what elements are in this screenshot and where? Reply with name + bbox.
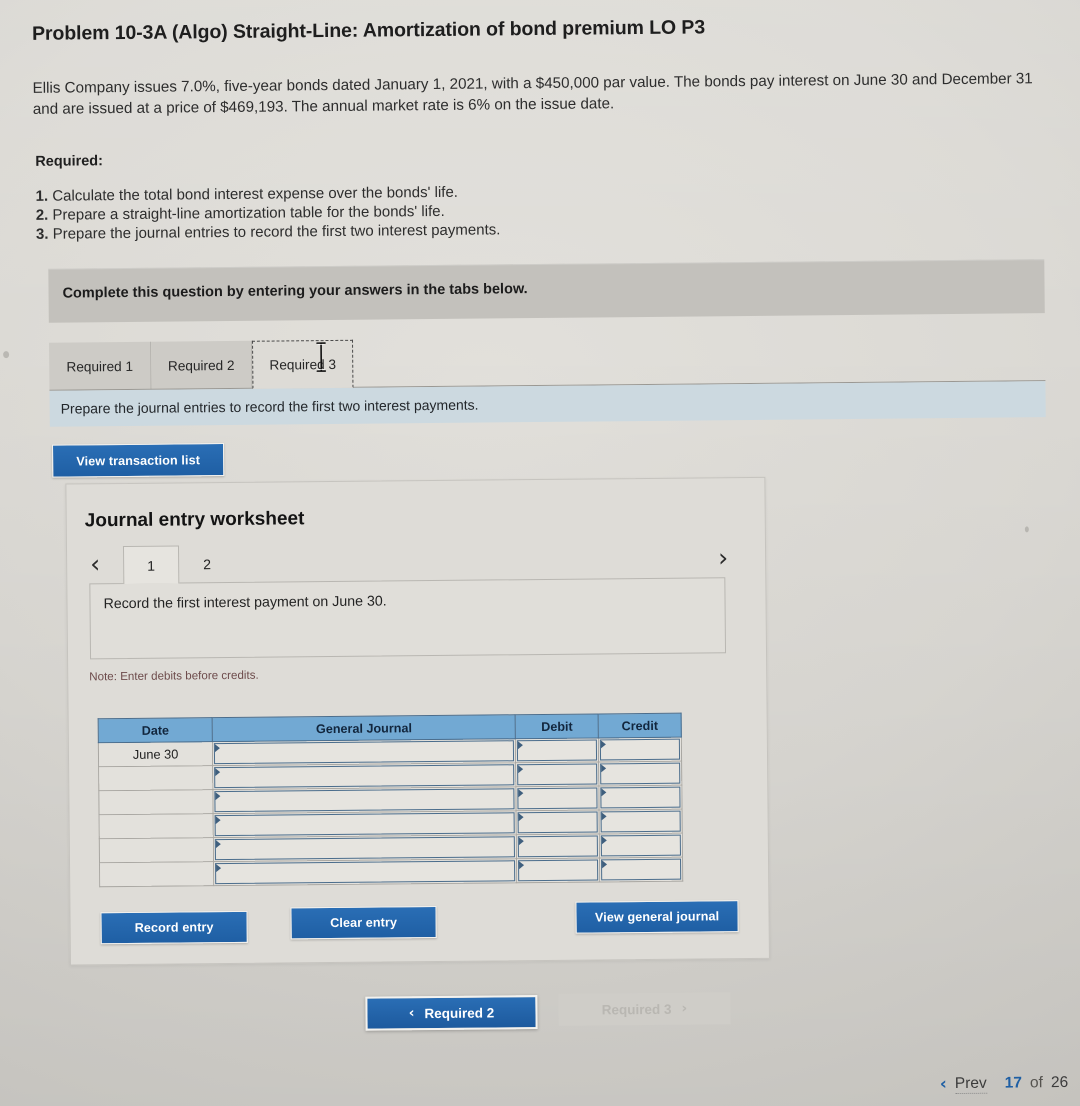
credit-input[interactable]: [600, 762, 681, 785]
active-tab-instruction-text: Prepare the journal entries to record th…: [60, 396, 479, 417]
instruction-banner-text: Complete this question by entering your …: [62, 281, 528, 302]
current-page-number: 17: [1004, 1074, 1023, 1092]
nav-required-3-button: Required 3 ›: [558, 992, 731, 1026]
debit-input[interactable]: [518, 835, 599, 858]
credit-input[interactable]: [599, 738, 681, 761]
page-title: Problem 10-3A (Algo) Straight-Line: Amor…: [31, 16, 706, 45]
page-pagination: ‹ Prev 17 of 26: [940, 1073, 1069, 1094]
column-header-date: Date: [98, 717, 213, 743]
general-journal-cell[interactable]: [213, 858, 518, 886]
assignment-page: Problem 10-3A (Algo) Straight-Line: Amor…: [0, 0, 1080, 1106]
pagination-of-label: of: [1029, 1074, 1044, 1092]
chevron-right-icon[interactable]: ›: [718, 543, 728, 573]
date-cell[interactable]: June 30: [98, 741, 213, 767]
debit-input[interactable]: [517, 739, 598, 762]
required-label: Required:: [35, 153, 104, 170]
account-select[interactable]: [214, 740, 515, 765]
instruction-banner: Complete this question by entering your …: [48, 259, 1045, 323]
problem-description: Ellis Company issues 7.0%, five-year bon…: [32, 70, 1033, 118]
worksheet-prompt-text: Record the first interest payment on Jun…: [103, 593, 387, 613]
requirement-number: 3.: [35, 225, 49, 243]
tab-required-3[interactable]: Required 3: [252, 339, 354, 389]
clear-entry-button[interactable]: Clear entry: [290, 906, 437, 940]
debit-input[interactable]: [517, 763, 598, 786]
requirement-text: Calculate the total bond interest expens…: [52, 183, 458, 205]
credit-cell[interactable]: [598, 785, 683, 810]
chevron-left-icon[interactable]: ‹: [940, 1074, 947, 1094]
date-cell[interactable]: [98, 765, 213, 791]
tab-required-2[interactable]: Required 2: [151, 340, 253, 390]
general-journal-cell[interactable]: [212, 738, 516, 766]
table-row: [99, 857, 683, 887]
requirement-item-1: 1. Calculate the total bond interest exp…: [36, 184, 458, 205]
account-select[interactable]: [214, 764, 515, 789]
credit-cell[interactable]: [598, 737, 682, 762]
journal-entry-panel: Journal entry worksheet ‹ 1 2 › Record t…: [65, 476, 770, 966]
requirement-text: Prepare a straight-line amortization tab…: [52, 202, 445, 224]
date-cell[interactable]: [98, 789, 214, 815]
requirement-item-3: 3. Prepare the journal entries to record…: [36, 221, 501, 242]
debit-cell[interactable]: [516, 833, 600, 859]
credit-cell[interactable]: [598, 761, 682, 786]
credit-cell[interactable]: [599, 809, 683, 834]
debit-cell[interactable]: [516, 857, 600, 883]
worksheet-title: Journal entry worksheet: [84, 508, 305, 532]
tab-required-1[interactable]: Required 1: [49, 341, 152, 391]
photo-speck: [3, 351, 10, 359]
chevron-left-icon: ‹: [408, 1005, 415, 1022]
credit-input[interactable]: [600, 810, 681, 833]
general-journal-cell[interactable]: [212, 786, 517, 814]
column-header-credit: Credit: [598, 713, 682, 738]
view-transaction-list-button[interactable]: View transaction list: [51, 443, 225, 478]
account-select[interactable]: [214, 836, 516, 861]
view-general-journal-button[interactable]: View general journal: [575, 900, 739, 934]
chevron-left-icon[interactable]: ‹: [90, 549, 100, 579]
nav-required-2-label: Required 2: [424, 1004, 495, 1021]
debit-cell[interactable]: [516, 809, 600, 835]
credit-input[interactable]: [600, 834, 681, 857]
column-header-debit: Debit: [515, 713, 599, 739]
general-journal-cell[interactable]: [213, 834, 517, 862]
account-select[interactable]: [215, 860, 516, 885]
requirement-text: Prepare the journal entries to record th…: [52, 221, 501, 243]
worksheet-page-1[interactable]: 1: [122, 545, 180, 585]
debit-cell[interactable]: [516, 785, 600, 811]
debit-input[interactable]: [518, 859, 599, 882]
debit-input[interactable]: [517, 811, 598, 834]
credit-cell[interactable]: [599, 857, 683, 882]
chevron-right-icon: ›: [681, 1000, 688, 1017]
credit-input[interactable]: [600, 786, 681, 809]
worksheet-page-2[interactable]: 2: [179, 545, 235, 584]
total-pages: 26: [1050, 1073, 1069, 1092]
date-cell[interactable]: [99, 861, 214, 887]
debits-before-credits-note: Note: Enter debits before credits.: [89, 668, 259, 684]
prev-page-link[interactable]: Prev: [954, 1074, 987, 1094]
record-entry-button[interactable]: Record entry: [100, 910, 248, 945]
column-header-general-journal: General Journal: [212, 714, 516, 742]
debit-cell[interactable]: [515, 761, 599, 787]
date-cell[interactable]: [99, 813, 214, 839]
nav-required-3-label: Required 3: [601, 1001, 672, 1017]
photo-speck: [1024, 526, 1029, 533]
requirement-item-2: 2. Prepare a straight-line amortization …: [36, 203, 445, 224]
credit-cell[interactable]: [599, 833, 683, 858]
worksheet-prompt-box: Record the first interest payment on Jun…: [89, 577, 727, 660]
requirement-number: 1.: [35, 187, 49, 205]
debit-input[interactable]: [517, 787, 598, 810]
credit-input[interactable]: [601, 858, 682, 881]
general-journal-cell[interactable]: [212, 762, 517, 790]
debit-cell[interactable]: [515, 737, 599, 763]
date-cell[interactable]: [99, 837, 214, 863]
account-select[interactable]: [214, 788, 515, 813]
account-select[interactable]: [214, 812, 516, 837]
nav-required-2-button[interactable]: ‹ Required 2: [365, 995, 538, 1031]
requirement-number: 2.: [35, 206, 49, 224]
journal-entry-table: Date General Journal Debit Credit June 3…: [98, 713, 684, 888]
general-journal-cell[interactable]: [213, 810, 517, 838]
